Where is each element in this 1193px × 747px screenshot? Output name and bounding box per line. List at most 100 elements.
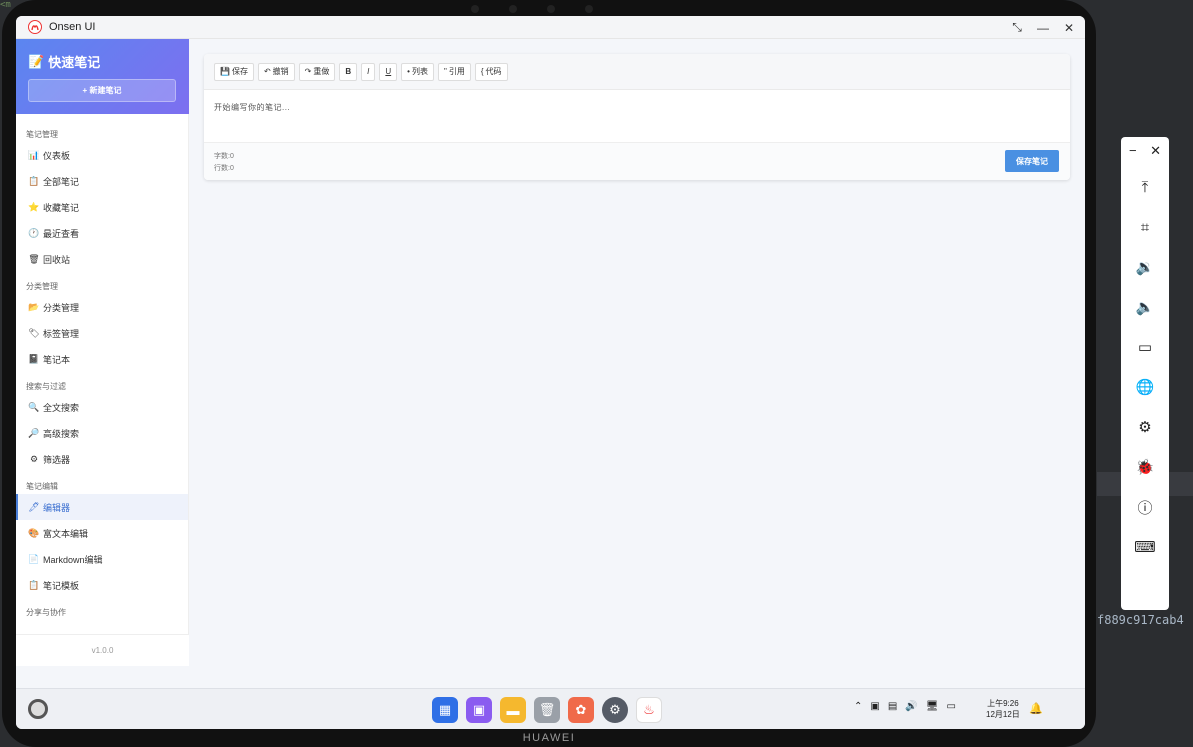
sidebar-item-icon: ⚙ [29, 453, 39, 464]
sidebar-item-icon: 🕐 [28, 227, 40, 238]
globe-icon[interactable]: 🌐 [1121, 367, 1169, 407]
word-count: 字数:0 [214, 153, 234, 160]
sidebar-item-icon: 🏷 [28, 327, 40, 338]
sidebar-item[interactable]: 📋 笔记模板 [16, 572, 188, 598]
clock[interactable]: 上午9:26 12月12日 [986, 698, 1020, 720]
sidebar-item[interactable]: 🔍 全文搜索 [16, 394, 188, 420]
note-textarea[interactable]: 开始编写你的笔记... [204, 90, 1070, 142]
save-button[interactable]: 💾 保存 [214, 62, 254, 81]
window-title: Onsen UI [49, 21, 96, 33]
sidebar: 📝 快速笔记 + 新建笔记 笔记管理 📊 仪表板 📋 全部笔记 ⭐ 收藏笔记 🕐 最近查看 🗑 回收… [16, 39, 189, 666]
sidebar-item-label: 标签管理 [43, 328, 80, 339]
sidebar-item-label: 高级搜索 [43, 428, 80, 439]
close-panel-icon[interactable]: ✕ [1150, 143, 1161, 167]
dock: ▦ ▣ ▬ 🗑 ✿ ⚙ ♨ [432, 697, 662, 723]
device-brand: HUAWEI [522, 732, 576, 744]
sidebar-item[interactable]: ⭐ 收藏笔记 [16, 194, 188, 220]
sidebar-item[interactable]: 🎨 富文本编辑 [16, 520, 188, 546]
emulator-side-toolbar: − ✕ ⤒ ⌗ 🔉 🔈 ▭ 🌐 ⚙ 🐞 ⓘ ⌨ [1121, 137, 1169, 610]
sidebar-section-title: 分类管理 [26, 282, 58, 291]
minimize-panel-icon[interactable]: − [1129, 143, 1137, 167]
display-icon[interactable]: 🖥 [926, 701, 939, 712]
floppy-icon: 💾 [220, 67, 230, 76]
code-button[interactable]: {代码 [474, 62, 508, 81]
sidebar-item-icon: 📄 [28, 553, 40, 564]
volume-up-icon[interactable]: 🔉 [1121, 247, 1169, 287]
sidebar-item-icon: 🎨 [28, 527, 40, 538]
sidebar-brand: 📝 快速笔记 [28, 52, 177, 71]
bug-icon[interactable]: 🐞 [1121, 447, 1169, 487]
input-method-icon[interactable]: ▣ [870, 701, 879, 712]
settings-icon[interactable]: ⚙ [602, 697, 628, 723]
sidebar-item[interactable]: 🕐 最近查看 [16, 220, 188, 246]
clock-date: 12月12日 [986, 710, 1020, 719]
sidebar-item-label: 筛选器 [43, 454, 71, 465]
info-icon[interactable]: ⓘ [1121, 487, 1169, 527]
sidebar-section-title: 搜索与过滤 [26, 382, 66, 391]
quote-button[interactable]: " 引用 [437, 62, 471, 81]
new-note-button[interactable]: + 新建笔记 [28, 79, 176, 102]
volume-icon[interactable]: 🔊 [905, 701, 917, 712]
clock-time: 上午9:26 [987, 699, 1019, 708]
volume-down-icon[interactable]: 🔈 [1121, 287, 1169, 327]
pin-top-icon[interactable]: ⤒ [1121, 167, 1169, 207]
undo-button[interactable]: ↶ 撤销 [257, 62, 295, 81]
save-note-button[interactable]: 保存笔记 [1005, 150, 1059, 172]
app-version: v1.0.0 [16, 634, 189, 666]
tablet-frame: HUAWEI Onsen UI ⤡ — ✕ 📝 快速笔记 + 新建笔记 笔记管理… [2, 0, 1096, 747]
restore-icon[interactable]: ⤡ [1011, 20, 1023, 35]
sidebar-item[interactable]: 🔎 高级搜索 [16, 420, 188, 446]
sidebar-header: 📝 快速笔记 + 新建笔记 [16, 39, 189, 114]
sidebar-section-title: 笔记编辑 [26, 482, 58, 491]
files-icon[interactable]: ▬ [500, 697, 526, 723]
sidebar-item[interactable]: 📂 分类管理 [16, 294, 188, 320]
photos-icon[interactable]: ✿ [568, 697, 594, 723]
crop-icon[interactable]: ⌗ [1121, 207, 1169, 247]
sidebar-item[interactable]: 📓 笔记本 [16, 346, 188, 372]
sidebar-item-icon: 📓 [28, 353, 40, 364]
sidebar-item-icon: 📊 [28, 149, 40, 160]
onsen-logo-icon [28, 20, 42, 34]
sidebar-item-label: 分类管理 [43, 302, 80, 313]
sidebar-item[interactable]: ⚙ 筛选器 [16, 446, 188, 472]
sidebar-item[interactable]: 📋 全部笔记 [16, 168, 188, 194]
sidebar-item[interactable]: 🖊 编辑器 [16, 494, 188, 520]
multitask-icon[interactable]: ▣ [466, 697, 492, 723]
trash-icon[interactable]: 🗑 [534, 697, 560, 723]
sidebar-item-label: 全部笔记 [43, 176, 80, 187]
sidebar-item[interactable]: 📄 Markdown编辑 [16, 546, 188, 572]
italic-button[interactable]: I [361, 62, 376, 81]
sidebar-item[interactable]: 🗑 回收站 [16, 246, 188, 272]
undo-icon: ↶ [263, 67, 271, 76]
editor-toolbar: 💾 保存 ↶ 撤销 ↷ 重做 B I U • 列表 " 引用 {代码 [204, 54, 1070, 90]
sidebar-item[interactable]: 🏷 标签管理 [16, 320, 188, 346]
sidebar-item[interactable]: 📊 仪表板 [16, 142, 188, 168]
brace-icon: { [480, 67, 484, 76]
underline-button[interactable]: U [379, 62, 398, 81]
ide-corner-text: <m [0, 0, 11, 10]
close-icon[interactable]: ✕ [1063, 21, 1075, 35]
redo-button[interactable]: ↷ 重做 [298, 62, 336, 81]
sidebar-item-label: 笔记本 [43, 354, 71, 365]
bullet-icon: • [407, 67, 410, 76]
keyboard-icon[interactable]: ⌨ [1121, 527, 1169, 567]
bold-button[interactable]: B [339, 62, 358, 81]
app-grid-icon[interactable]: ▦ [432, 697, 458, 723]
sidebar-item-label: 回收站 [43, 254, 71, 265]
sidebar-item-icon: 📋 [28, 175, 40, 186]
memo-icon: 📝 [28, 53, 45, 69]
battery-icon[interactable]: ▭ [946, 701, 955, 712]
battery-outline-icon[interactable]: ▭ [1121, 327, 1169, 367]
window-controls: ⤡ — ✕ [1011, 16, 1075, 39]
onsen-app-icon[interactable]: ♨ [636, 697, 662, 723]
system-tray: ⌃ ▣ ▤ 🔊 🖥 ▭ [854, 701, 956, 712]
sidebar-item-icon: 🔍 [28, 401, 40, 412]
clipboard-icon[interactable]: ▤ [888, 701, 897, 712]
bell-icon[interactable]: 🔔 [1029, 702, 1043, 715]
gear-icon[interactable]: ⚙ [1121, 407, 1169, 447]
chevron-up-icon[interactable]: ⌃ [854, 701, 862, 712]
start-icon[interactable] [28, 699, 48, 719]
list-button[interactable]: • 列表 [401, 62, 434, 81]
minimize-icon[interactable]: — [1037, 21, 1049, 35]
sidebar-item-icon: 🔎 [28, 427, 40, 438]
